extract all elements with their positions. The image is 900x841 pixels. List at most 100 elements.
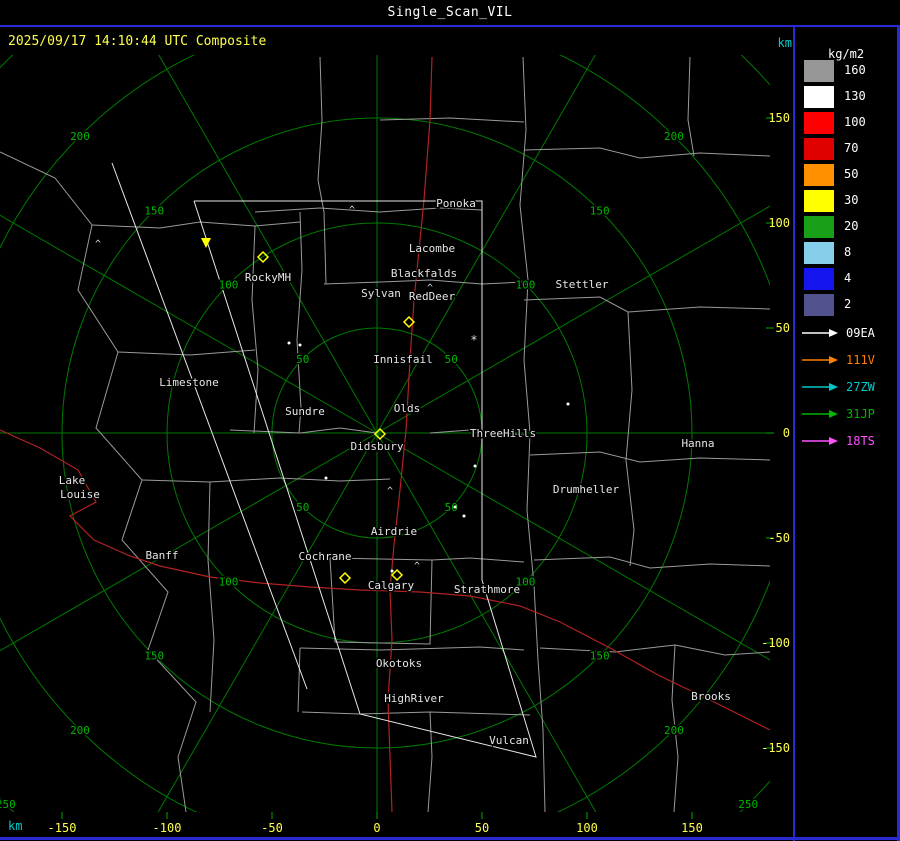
scale-value: 130	[844, 89, 866, 103]
county-boundary	[323, 279, 525, 285]
scale-value: 100	[844, 115, 866, 129]
city-label: HighRiver	[384, 692, 444, 705]
y-axis-tick-label: -50	[768, 531, 790, 545]
county-boundary	[0, 151, 197, 812]
ring-distance-label: 150	[590, 650, 610, 663]
city-label: Stettler	[556, 278, 609, 291]
city-label: Calgary	[368, 579, 415, 592]
x-axis-tick-label: -100	[153, 821, 182, 835]
county-boundary	[529, 451, 770, 463]
ring-distance-label: 100	[219, 279, 239, 292]
scale-color-swatch	[804, 112, 834, 134]
asterisk-marker: *	[470, 333, 477, 347]
map-layers: 5050505010010010010015015015015020020020…	[0, 55, 770, 812]
ring-distance-label: 200	[664, 130, 684, 143]
x-axis-unit-label: km	[8, 819, 23, 833]
scale-color-swatch	[804, 268, 834, 290]
city-label: Louise	[60, 488, 100, 501]
y-axis-tick-label: -150	[761, 741, 790, 755]
city-label: Airdrie	[371, 525, 417, 538]
city-label: Olds	[394, 402, 421, 415]
station-row: 09EA	[800, 324, 898, 344]
caret-marker: ^	[427, 283, 433, 294]
scale-color-swatch	[804, 138, 834, 160]
scale-value: 50	[844, 167, 859, 181]
town-dot-marker	[453, 505, 457, 509]
city-label: Limestone	[159, 376, 219, 389]
county-boundary	[299, 646, 525, 651]
radar-map-canvas[interactable]: 5050505010010010010015015015015020020020…	[0, 0, 900, 841]
scale-row: 100	[804, 112, 896, 134]
ring-distance-label: 50	[445, 353, 458, 366]
county-boundary	[625, 311, 635, 567]
radial-line	[157, 432, 378, 812]
y-axis-tick-label: 100	[768, 216, 790, 230]
scale-row: 70	[804, 138, 896, 160]
county-boundary	[427, 711, 433, 812]
county-boundary	[539, 644, 770, 656]
city-label: Banff	[145, 549, 178, 562]
caret-marker: ^	[95, 239, 101, 250]
radar-site-marker	[338, 571, 352, 585]
county-boundary	[296, 211, 303, 434]
city-label: Ponoka	[436, 197, 476, 210]
legend-unit-label: kg/m2	[828, 47, 865, 61]
scale-value: 2	[844, 297, 852, 311]
ring-distance-label: 150	[144, 650, 164, 663]
storm-arrow-marker	[201, 238, 211, 248]
x-axis-tick-label: -50	[261, 821, 283, 835]
county-boundary	[229, 427, 378, 434]
y-axis-tick-label: 0	[783, 426, 790, 440]
ring-distance-label: 100	[219, 575, 239, 588]
scale-color-swatch	[804, 294, 834, 316]
scale-row: 130	[804, 86, 896, 108]
city-label: Hanna	[681, 437, 714, 450]
caret-marker: ^	[414, 561, 420, 572]
scale-value: 4	[844, 271, 852, 285]
station-arrow-icon	[802, 410, 838, 418]
city-label: Lake	[59, 474, 86, 487]
ring-distance-label: 250	[738, 798, 758, 811]
scale-value: 30	[844, 193, 859, 207]
scale-row: 2	[804, 294, 896, 316]
ring-distance-label: 250	[0, 798, 16, 811]
scale-color-swatch	[804, 216, 834, 238]
ring-distance-label: 200	[664, 724, 684, 737]
station-id: 31JP	[846, 407, 875, 421]
radar-app-window: Single_Scan_VIL 2025/09/17 14:10:44 UTC …	[0, 0, 900, 841]
station-id: 18TS	[846, 434, 875, 448]
county-boundary	[91, 221, 301, 229]
ring-distance-label: 50	[296, 501, 309, 514]
ring-distance-label: 200	[70, 130, 90, 143]
ring-distance-label: 150	[590, 204, 610, 217]
scale-row: 20	[804, 216, 896, 238]
town-dot-marker	[462, 514, 466, 518]
scale-value: 20	[844, 219, 859, 233]
x-axis-tick-label: 50	[475, 821, 489, 835]
scale-value: 8	[844, 245, 852, 259]
town-dot-marker	[287, 341, 291, 345]
y-axis-tick-label: -100	[761, 636, 790, 650]
scale-row: 30	[804, 190, 896, 212]
city-label: ThreeHills	[470, 427, 536, 440]
county-boundary	[523, 147, 770, 159]
county-boundary	[323, 211, 327, 285]
county-boundary	[687, 56, 695, 157]
scale-color-swatch	[804, 60, 834, 82]
city-label: Innisfail	[373, 353, 433, 366]
city-label: RockyMH	[245, 271, 291, 284]
legend-panel: kg/m2 160 130 100 70 50 30 20 8 4 2 09EA 111V 27ZW 3…	[796, 27, 900, 841]
radial-line	[0, 432, 378, 652]
town-dot-marker	[473, 464, 477, 468]
scale-row: 8	[804, 242, 896, 264]
panel-divider	[793, 27, 795, 841]
station-arrow-icon	[802, 329, 838, 337]
city-label: Didsbury	[351, 440, 404, 453]
ring-distance-label: 150	[144, 204, 164, 217]
scan-area-outline	[111, 162, 308, 690]
station-row: 27ZW	[800, 378, 898, 398]
scale-color-swatch	[804, 190, 834, 212]
scale-color-swatch	[804, 242, 834, 264]
scale-row: 50	[804, 164, 896, 186]
scale-value: 70	[844, 141, 859, 155]
